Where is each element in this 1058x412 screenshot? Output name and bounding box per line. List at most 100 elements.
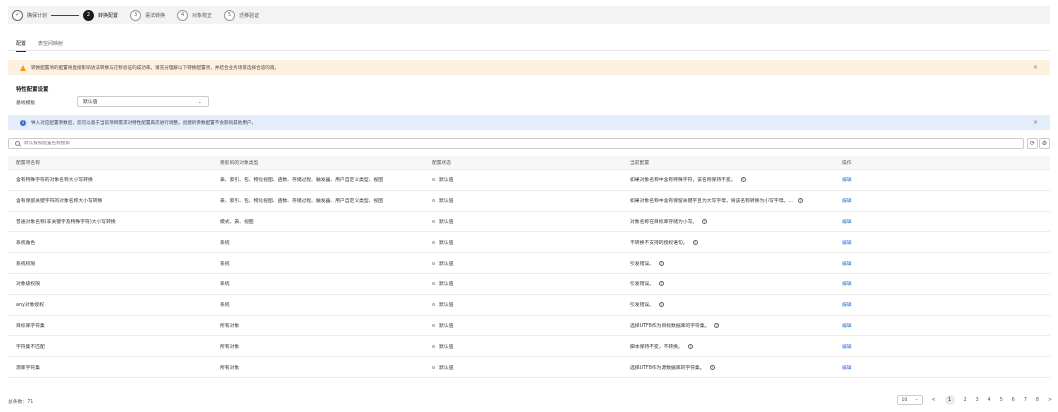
help-icon[interactable]: ?: [692, 239, 698, 245]
progress-stepper: ✓ 确保计划 2 转换配置 3 语法转换 4 对象校正 5 迁移验证: [8, 6, 1050, 24]
edit-link[interactable]: 编辑: [842, 324, 852, 329]
info-text: 导入对应配置参数后，您可以基于当前项目需求对特性配置再次进行调整，创建的参数配置…: [31, 120, 257, 126]
page-button[interactable]: 7: [1024, 398, 1027, 403]
config-status: 默认值: [424, 260, 622, 267]
actions: 编辑: [834, 343, 1050, 350]
current-config-text: 引发错误。: [630, 303, 654, 309]
close-icon[interactable]: ×: [1033, 119, 1038, 126]
config-status: 默认值: [424, 343, 622, 350]
config-name: any对象授权: [16, 303, 45, 309]
step-5: 5 迁移验证: [224, 6, 259, 24]
table-row: 系统权限 系统 默认值 引发错误。? 编辑: [8, 253, 1050, 274]
config-name: 普通对象名称(非关键字及特殊字符)大小写转换: [16, 219, 116, 225]
edit-link[interactable]: 编辑: [842, 199, 852, 204]
current-config: 选择UTF8作为源数据库的字符集。?: [622, 364, 834, 371]
current-config-text: 如果对象名称中含有特殊字符，该名称保持不变。: [630, 178, 736, 184]
select-value: 默认值: [83, 100, 98, 105]
help-icon[interactable]: ?: [709, 364, 715, 370]
edit-link[interactable]: 编辑: [842, 262, 852, 267]
step-2: 2 转换配置: [83, 6, 118, 24]
current-config-text: 脚本保持不变，不转换。: [630, 344, 683, 350]
edit-link[interactable]: 编辑: [842, 282, 852, 287]
actions: 编辑: [834, 260, 1050, 267]
config-status: 默认值: [424, 176, 622, 183]
config-name: 含有保留关键字符的对象名称大小写转换: [16, 199, 103, 205]
status-text: 默认值: [439, 365, 454, 371]
help-icon[interactable]: ?: [714, 322, 720, 328]
help-icon[interactable]: ?: [659, 260, 664, 266]
help-icon[interactable]: ?: [659, 302, 664, 308]
config-status: 默认值: [424, 364, 622, 371]
step-1: ✓ 确保计划: [12, 6, 47, 24]
page-button[interactable]: 5: [1000, 398, 1003, 403]
table-row: 目标库字符集 所有对象 默认值 选择UTF8作为目标数据库的字符集。? 编辑: [8, 316, 1050, 337]
current-config: 不转换不支持的授权语句。?: [622, 239, 834, 246]
help-icon[interactable]: ?: [659, 281, 664, 287]
config-name: 字符集不匹配: [16, 344, 45, 350]
config-name: 源库字符集: [16, 365, 40, 371]
table-row: 含有特殊字符的对象名称大小写转换 表、索引、包、物化视图、函数、存储过程、触发器、…: [8, 170, 1050, 191]
check-icon: ✓: [12, 9, 23, 21]
search-icon: [15, 141, 20, 146]
status-text: 默认值: [439, 303, 454, 309]
step-3: 3 语法转换: [130, 6, 165, 24]
prev-page-button[interactable]: <: [932, 398, 936, 403]
config-name: 目标库字符集: [16, 323, 45, 329]
warning-banner: 转换配置项的配置将直接影响语法转换与迁移验证的成功率。请充分理解以下转换配置项，…: [8, 60, 1050, 75]
table-row: 普通对象名称(非关键字及特殊字符)大小写转换 模式、表、视图 默认值 对象名称在目标库…: [8, 212, 1050, 233]
edit-link[interactable]: 编辑: [842, 345, 852, 350]
baseline-template-select[interactable]: 默认值 ⌄: [77, 96, 209, 107]
settings-button[interactable]: ⚙: [1039, 138, 1050, 149]
column-header: 受影响的对象类型: [220, 161, 259, 166]
refresh-button[interactable]: ⟳: [1027, 138, 1038, 149]
pagination: 10 ⌄ < 1 2 3 4 5 6 7 8 >: [896, 395, 1052, 405]
column-header: 配置状态: [432, 161, 452, 166]
current-config: 引发错误。?: [622, 280, 834, 287]
help-icon[interactable]: ?: [740, 177, 746, 183]
page-button[interactable]: 1: [944, 395, 955, 405]
page-button[interactable]: 6: [1012, 398, 1015, 403]
edit-link[interactable]: 编辑: [842, 366, 852, 371]
actions: 编辑: [834, 218, 1050, 225]
page-button[interactable]: 2: [964, 398, 967, 403]
status-text: 默认值: [439, 323, 454, 329]
step-number: 5: [224, 9, 236, 21]
object-types: 所有对象: [220, 323, 240, 329]
help-icon[interactable]: ?: [687, 343, 693, 349]
status-dot-icon: [432, 261, 435, 265]
current-config: 引发错误。?: [622, 301, 834, 308]
step-number: 4: [177, 9, 189, 21]
help-icon[interactable]: ?: [702, 218, 708, 224]
page-button[interactable]: 8: [1036, 398, 1039, 403]
total-count: 总条数：71: [8, 400, 34, 405]
current-config-text: 不转换不支持的授权语句。: [630, 240, 688, 246]
edit-link[interactable]: 编辑: [842, 178, 852, 183]
step-label: 语法转换: [145, 12, 166, 19]
info-banner: i 导入对应配置参数后，您可以基于当前项目需求对特性配置再次进行调整，创建的参数…: [8, 115, 1050, 130]
page-button[interactable]: 3: [976, 398, 979, 403]
page-button[interactable]: 4: [988, 398, 991, 403]
step-label: 转换配置: [98, 12, 119, 19]
chevron-down-icon: ⌄: [914, 397, 919, 402]
page-size-select[interactable]: 10 ⌄: [896, 395, 923, 405]
search-box: [8, 138, 1024, 149]
help-icon[interactable]: ?: [797, 198, 803, 204]
actions: 编辑: [834, 301, 1050, 308]
edit-link[interactable]: 编辑: [842, 303, 852, 308]
edit-link[interactable]: 编辑: [842, 220, 852, 225]
status-dot-icon: [432, 303, 435, 307]
warning-text: 转换配置项的配置将直接影响语法转换与迁移验证的成功率。请充分理解以下转换配置项，…: [31, 65, 280, 71]
search-input[interactable]: [24, 141, 924, 146]
config-name: 系统角色: [16, 240, 36, 246]
actions: 编辑: [834, 364, 1050, 371]
step-label: 对象校正: [192, 12, 213, 19]
status-text: 默认值: [439, 282, 454, 288]
config-status: 默认值: [424, 218, 622, 225]
edit-link[interactable]: 编辑: [842, 241, 852, 246]
status-dot-icon: [432, 178, 435, 182]
next-page-button[interactable]: >: [1048, 398, 1052, 403]
close-icon[interactable]: ×: [1033, 64, 1038, 71]
object-types: 所有对象: [220, 365, 240, 371]
baseline-template-label: 基线模板: [16, 101, 36, 106]
config-name: 对象级权限: [16, 282, 40, 288]
